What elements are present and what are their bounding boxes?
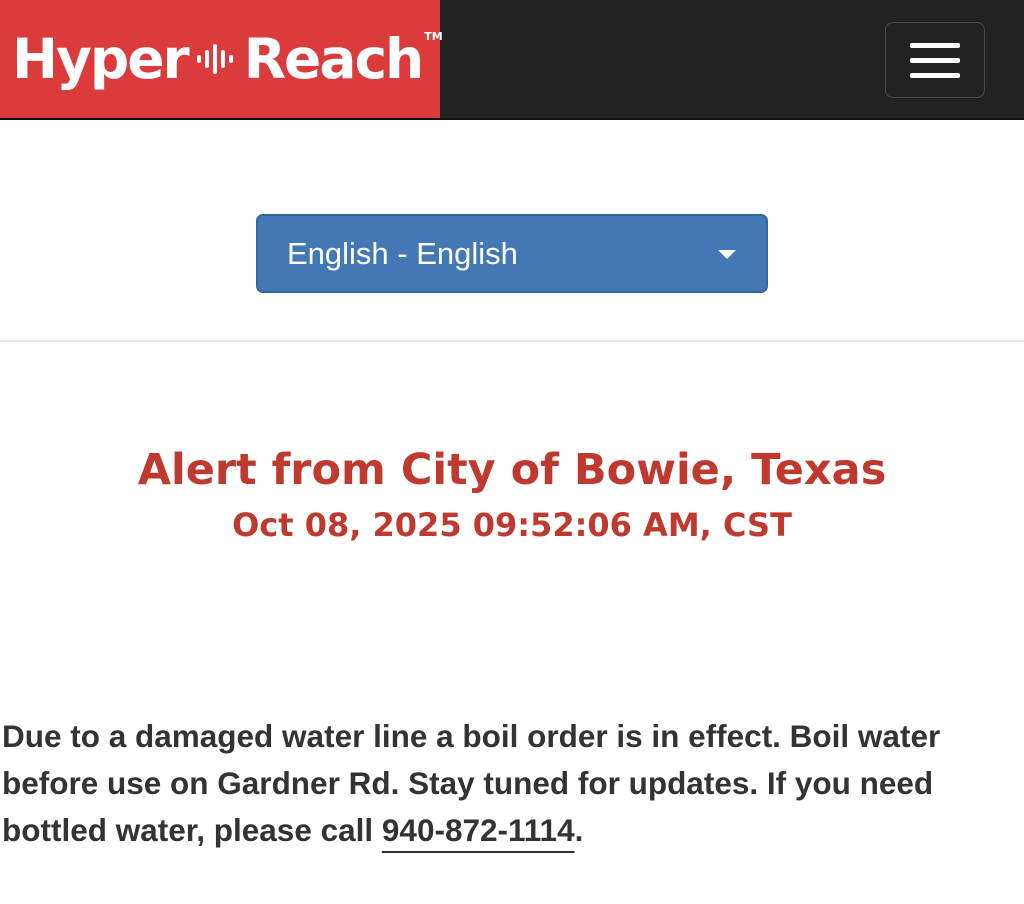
language-select[interactable]: English - English [256, 214, 768, 293]
section-divider [0, 340, 1024, 342]
alert-title: Alert from City of Bowie, Texas [137, 445, 887, 495]
hamburger-menu-icon-bar [910, 57, 960, 63]
top-navbar: Hyper Reach TM [0, 0, 1024, 120]
alert-timestamp: Oct 08, 2025 09:52:06 AM, CST [232, 506, 792, 544]
brand-logo[interactable]: Hyper Reach TM [0, 0, 443, 118]
trademark-mark: TM [424, 30, 443, 43]
language-select-value: English - English [287, 236, 518, 271]
sound-wave-icon [196, 29, 238, 89]
caret-down-icon [718, 250, 736, 259]
alert-message: Due to a damaged water line a boil order… [2, 713, 1012, 854]
brand-logo-right-text: Reach [243, 26, 425, 91]
alert-message-end: . [574, 812, 584, 848]
hamburger-menu-icon-bar [910, 72, 960, 78]
brand-logo-left-text: Hyper [12, 26, 190, 91]
hamburger-menu-button[interactable] [885, 22, 985, 98]
hamburger-menu-icon [910, 42, 960, 48]
phone-link[interactable]: 940-872-1114 [382, 812, 575, 848]
